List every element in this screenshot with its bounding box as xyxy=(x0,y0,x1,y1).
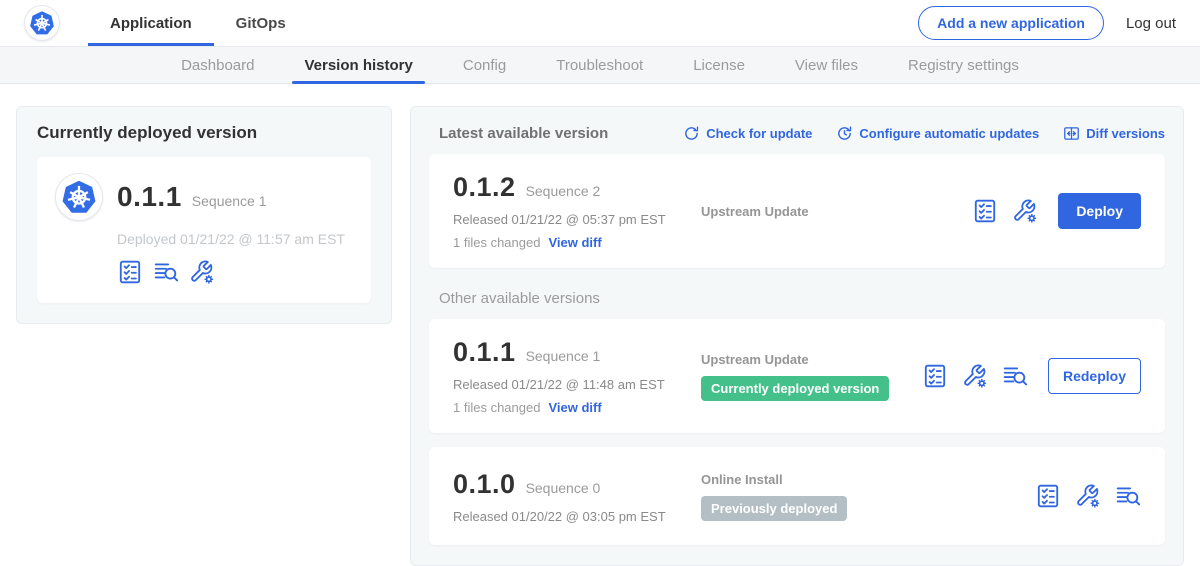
tab-gitops[interactable]: GitOps xyxy=(214,0,308,46)
available-versions-panel: Latest available version Check for updat… xyxy=(410,106,1184,566)
deployed-version-number: 0.1.1 xyxy=(117,181,182,213)
files-changed-label: 1 files changed xyxy=(453,400,540,415)
released-timestamp: Released 01/21/22 @ 05:37 pm EST xyxy=(453,212,701,227)
config-icon[interactable] xyxy=(962,363,988,389)
currently-deployed-title: Currently deployed version xyxy=(37,123,371,143)
add-application-button[interactable]: Add a new application xyxy=(918,6,1104,40)
subnav-tab-version-history[interactable]: Version history xyxy=(282,47,434,83)
config-icon[interactable] xyxy=(189,259,215,285)
logout-button[interactable]: Log out xyxy=(1126,15,1176,32)
header-tabs: Application GitOps xyxy=(88,0,308,46)
tab-gitops-label: GitOps xyxy=(236,15,286,32)
subnav-tab-config[interactable]: Config xyxy=(441,47,528,83)
logs-icon[interactable] xyxy=(1002,363,1028,389)
configure-automatic-updates-link[interactable]: Configure automatic updates xyxy=(836,125,1039,142)
version-source-label: Upstream Update xyxy=(701,204,972,219)
deployed-version-card: 0.1.1 Sequence 1 Deployed 01/21/22 @ 11:… xyxy=(37,157,371,303)
top-header: Application GitOps Add a new application… xyxy=(0,0,1200,46)
sequence-label: Sequence 2 xyxy=(526,183,601,199)
check-for-update-link[interactable]: Check for update xyxy=(683,125,812,142)
version-number: 0.1.0 xyxy=(453,469,516,500)
schedule-icon xyxy=(836,125,853,142)
tab-application-label: Application xyxy=(110,15,192,32)
refresh-icon xyxy=(683,125,700,142)
release-notes-icon[interactable] xyxy=(922,363,948,389)
logs-icon[interactable] xyxy=(153,259,179,285)
version-number: 0.1.1 xyxy=(453,337,516,368)
other-versions-title: Other available versions xyxy=(439,290,1165,307)
latest-available-title: Latest available version xyxy=(439,125,608,142)
files-changed-label: 1 files changed xyxy=(453,235,540,250)
view-diff-link[interactable]: View diff xyxy=(548,235,601,250)
sequence-label: Sequence 1 xyxy=(526,348,601,364)
release-notes-icon[interactable] xyxy=(1035,483,1061,509)
diff-icon xyxy=(1063,125,1080,142)
tab-application[interactable]: Application xyxy=(88,0,214,46)
currently-deployed-panel: Currently deployed version 0.1.1 Sequenc… xyxy=(16,106,392,324)
redeploy-button[interactable]: Redeploy xyxy=(1048,358,1141,394)
subnav-tab-license[interactable]: License xyxy=(671,47,767,83)
app-icon xyxy=(55,173,103,221)
version-source-label: Online Install xyxy=(701,472,1035,487)
deployed-sequence-label: Sequence 1 xyxy=(192,193,267,209)
release-notes-icon[interactable] xyxy=(972,198,998,224)
version-card-0-1-2: 0.1.2 Sequence 2 Released 01/21/22 @ 05:… xyxy=(429,154,1165,268)
deployed-timestamp: Deployed 01/21/22 @ 11:57 am EST xyxy=(117,231,353,247)
version-card-0-1-0: 0.1.0 Sequence 0 Released 01/20/22 @ 03:… xyxy=(429,447,1165,545)
subnav-tab-registry-settings[interactable]: Registry settings xyxy=(886,47,1041,83)
version-source-label: Upstream Update xyxy=(701,352,922,367)
subnav-tab-view-files[interactable]: View files xyxy=(773,47,880,83)
previously-deployed-badge: Previously deployed xyxy=(701,496,847,521)
subnav-tab-dashboard[interactable]: Dashboard xyxy=(159,47,276,83)
version-card-0-1-1: 0.1.1 Sequence 1 Released 01/21/22 @ 11:… xyxy=(429,319,1165,433)
released-timestamp: Released 01/21/22 @ 11:48 am EST xyxy=(453,377,701,392)
config-icon[interactable] xyxy=(1075,483,1101,509)
released-timestamp: Released 01/20/22 @ 03:05 pm EST xyxy=(453,509,701,524)
kubernetes-logo xyxy=(24,5,60,41)
sequence-label: Sequence 0 xyxy=(526,480,601,496)
diff-versions-link[interactable]: Diff versions xyxy=(1063,125,1165,142)
logs-icon[interactable] xyxy=(1115,483,1141,509)
app-subnav: Dashboard Version history Config Trouble… xyxy=(0,46,1200,84)
release-notes-icon[interactable] xyxy=(117,259,143,285)
deploy-button[interactable]: Deploy xyxy=(1058,193,1141,229)
currently-deployed-badge: Currently deployed version xyxy=(701,376,889,401)
config-icon[interactable] xyxy=(1012,198,1038,224)
view-diff-link[interactable]: View diff xyxy=(548,400,601,415)
subnav-tab-troubleshoot[interactable]: Troubleshoot xyxy=(534,47,665,83)
version-number: 0.1.2 xyxy=(453,172,516,203)
